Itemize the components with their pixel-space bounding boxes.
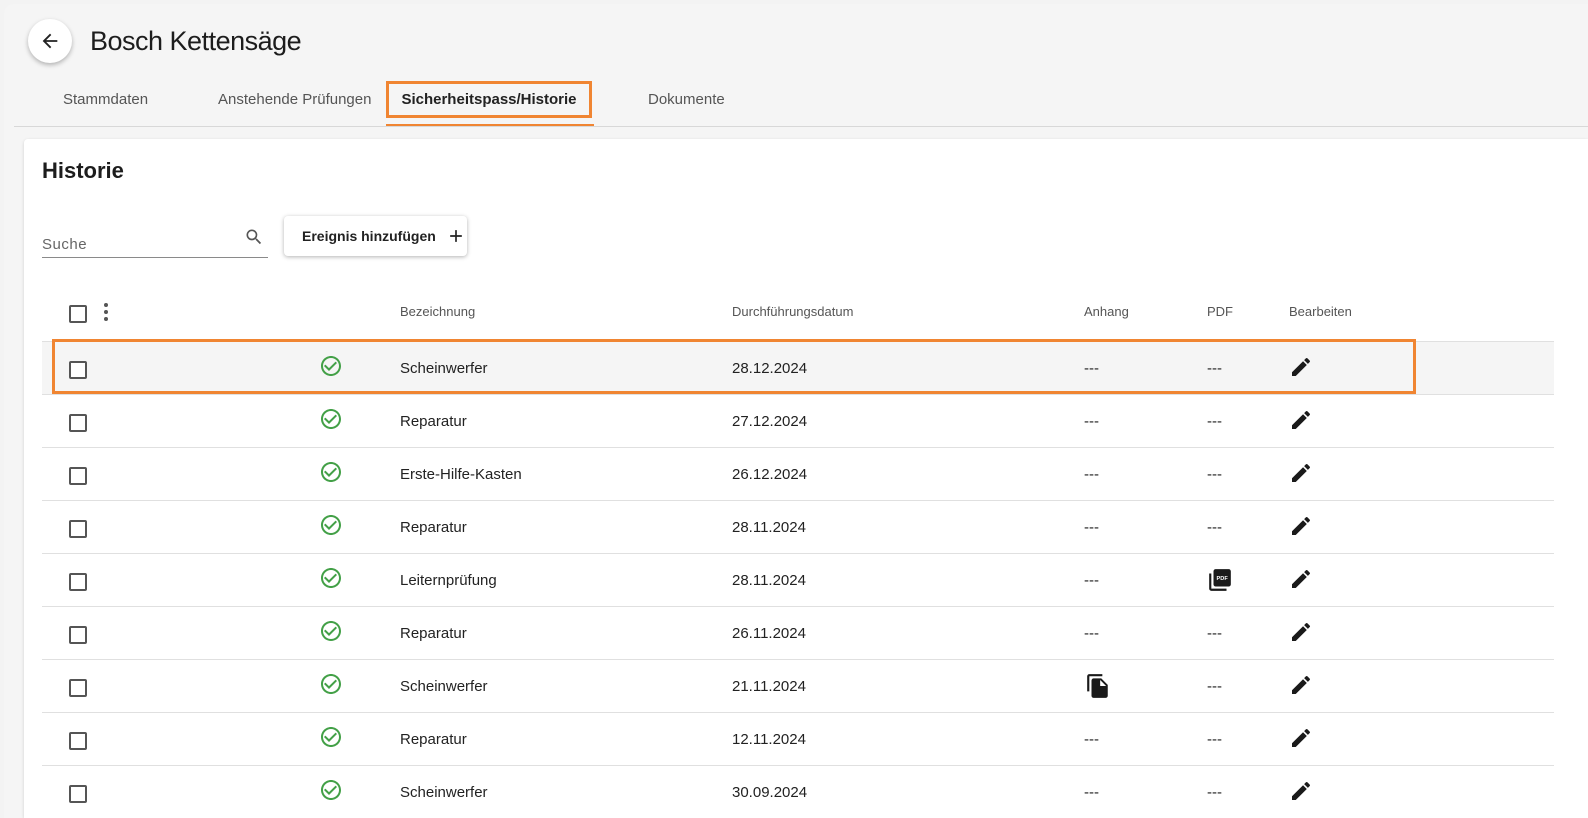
cell-anhang: ---: [1084, 413, 1099, 430]
attachment-file-icon[interactable]: [1085, 673, 1111, 704]
section-title: Historie: [42, 158, 124, 183]
cell-bezeichnung: Erste-Hilfe-Kasten: [400, 466, 522, 483]
check-circle-icon: [319, 566, 343, 595]
row-checkbox[interactable]: [69, 573, 87, 591]
cell-durchfuehrungsdatum: 26.11.2024: [732, 625, 806, 642]
edit-icon[interactable]: [1289, 620, 1313, 649]
row-checkbox[interactable]: [69, 626, 87, 644]
tabs-divider: [14, 126, 1588, 127]
row-checkbox[interactable]: [69, 785, 87, 803]
table-row[interactable]: Reparatur 27.12.2024 --- ---: [42, 395, 1554, 448]
cell-durchfuehrungsdatum: 27.12.2024: [732, 413, 808, 430]
search-input[interactable]: [42, 226, 268, 258]
tab-stammdaten[interactable]: Stammdaten: [63, 91, 148, 108]
cell-anhang: ---: [1084, 572, 1099, 589]
cell-durchfuehrungsdatum: 12.11.2024: [732, 731, 806, 748]
check-circle-icon: [319, 407, 343, 436]
cell-pdf: ---: [1207, 731, 1222, 748]
cell-durchfuehrungsdatum: 21.11.2024: [732, 678, 806, 695]
active-tab-indicator: [386, 124, 594, 126]
edit-icon[interactable]: [1289, 567, 1313, 596]
cell-bezeichnung: Reparatur: [400, 519, 467, 536]
cell-durchfuehrungsdatum: 28.11.2024: [732, 572, 806, 589]
arrow-left-icon: [42, 33, 58, 49]
edit-icon[interactable]: [1289, 408, 1313, 437]
cell-anhang: ---: [1084, 784, 1099, 801]
back-button[interactable]: [28, 19, 72, 63]
page-title: Bosch Kettensäge: [90, 26, 302, 56]
edit-icon[interactable]: [1289, 779, 1313, 808]
cell-pdf: ---: [1207, 678, 1222, 695]
cell-anhang: ---: [1084, 466, 1099, 483]
tab-anstehende-pruefungen[interactable]: Anstehende Prüfungen: [218, 91, 371, 108]
check-circle-icon: [319, 778, 343, 807]
edit-icon[interactable]: [1289, 355, 1313, 384]
check-circle-icon: [319, 354, 343, 383]
cell-durchfuehrungsdatum: 26.12.2024: [732, 466, 808, 483]
row-checkbox[interactable]: [69, 732, 87, 750]
table-header: Bezeichnung Durchführungsdatum Anhang PD…: [42, 288, 1554, 342]
cell-bezeichnung: Scheinwerfer: [400, 784, 488, 801]
column-header-durchfuehrungsdatum[interactable]: Durchführungsdatum: [732, 304, 853, 319]
row-checkbox[interactable]: [69, 520, 87, 538]
row-checkbox[interactable]: [69, 361, 87, 379]
cell-durchfuehrungsdatum: 28.12.2024: [732, 360, 808, 377]
row-checkbox[interactable]: [69, 679, 87, 697]
search-icon[interactable]: [244, 227, 264, 247]
cell-bezeichnung: Scheinwerfer: [400, 360, 488, 377]
cell-pdf: ---: [1207, 413, 1222, 430]
cell-pdf: ---: [1207, 466, 1222, 483]
edit-icon[interactable]: [1289, 726, 1313, 755]
column-header-bezeichnung[interactable]: Bezeichnung: [400, 304, 475, 319]
table-row[interactable]: Reparatur 12.11.2024 --- ---: [42, 713, 1554, 766]
cell-anhang: ---: [1084, 731, 1099, 748]
cell-bezeichnung: Scheinwerfer: [400, 678, 488, 695]
table-row[interactable]: Scheinwerfer 28.12.2024 --- ---: [42, 342, 1554, 395]
check-circle-icon: [319, 619, 343, 648]
cell-bezeichnung: Reparatur: [400, 413, 467, 430]
cell-pdf: ---: [1207, 625, 1222, 642]
history-table: Bezeichnung Durchführungsdatum Anhang PD…: [42, 288, 1554, 818]
table-row[interactable]: Erste-Hilfe-Kasten 26.12.2024 --- ---: [42, 448, 1554, 501]
row-checkbox[interactable]: [69, 467, 87, 485]
column-header-pdf: PDF: [1207, 304, 1233, 319]
column-header-anhang: Anhang: [1084, 304, 1129, 319]
edit-icon[interactable]: [1289, 461, 1313, 490]
check-circle-icon: [319, 672, 343, 701]
table-row[interactable]: Reparatur 28.11.2024 --- ---: [42, 501, 1554, 554]
check-circle-icon: [319, 725, 343, 754]
cell-durchfuehrungsdatum: 30.09.2024: [732, 784, 808, 801]
table-row[interactable]: Scheinwerfer 21.11.2024 ---: [42, 660, 1554, 713]
svg-text:PDF: PDF: [1217, 576, 1229, 582]
pdf-file-icon[interactable]: PDF: [1207, 567, 1233, 598]
check-circle-icon: [319, 513, 343, 542]
edit-icon[interactable]: [1289, 673, 1313, 702]
cell-bezeichnung: Reparatur: [400, 731, 467, 748]
table-body: Scheinwerfer 28.12.2024 --- --- Reparatur 27.…: [42, 342, 1554, 818]
cell-pdf: ---: [1207, 784, 1222, 801]
edit-icon[interactable]: [1289, 514, 1313, 543]
table-row[interactable]: Reparatur 26.11.2024 --- ---: [42, 607, 1554, 660]
table-row[interactable]: Scheinwerfer 30.09.2024 --- ---: [42, 766, 1554, 818]
table-row[interactable]: Leiternprüfung 28.11.2024 --- PDF: [42, 554, 1554, 607]
cell-bezeichnung: Reparatur: [400, 625, 467, 642]
add-event-label: Ereignis hinzufügen: [302, 228, 436, 244]
add-event-button[interactable]: Ereignis hinzufügen: [284, 216, 467, 256]
tab-dokumente[interactable]: Dokumente: [648, 91, 725, 108]
tab-sicherheitspass-historie[interactable]: Sicherheitspass/Historie: [386, 81, 592, 118]
select-all-checkbox[interactable]: [69, 305, 87, 323]
cell-anhang: ---: [1084, 360, 1099, 377]
cell-pdf: ---: [1207, 360, 1222, 377]
cell-durchfuehrungsdatum: 28.11.2024: [732, 519, 806, 536]
cell-bezeichnung: Leiternprüfung: [400, 572, 497, 589]
column-header-bearbeiten: Bearbeiten: [1289, 304, 1352, 319]
cell-anhang: ---: [1084, 625, 1099, 642]
check-circle-icon: [319, 460, 343, 489]
more-vert-icon[interactable]: [104, 303, 108, 321]
row-checkbox[interactable]: [69, 414, 87, 432]
cell-anhang: ---: [1084, 519, 1099, 536]
cell-pdf: ---: [1207, 519, 1222, 536]
plus-icon: [446, 226, 466, 246]
